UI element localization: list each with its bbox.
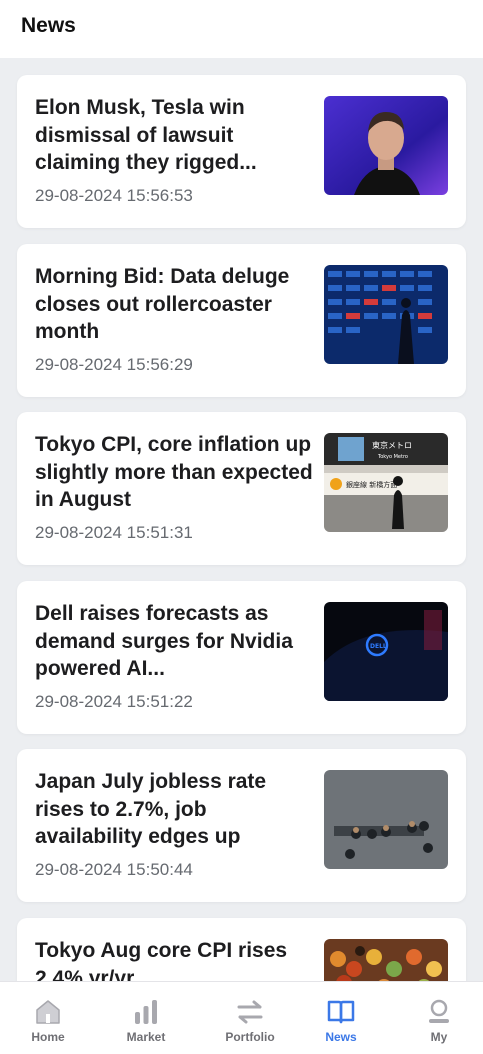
- news-timestamp: 29-08-2024 15:50:44: [35, 860, 193, 879]
- news-title: Morning Bid: Data deluge closes out roll…: [35, 265, 290, 343]
- news-thumbnail: [324, 265, 448, 364]
- page-title: News: [21, 14, 76, 37]
- news-thumbnail: [324, 770, 448, 869]
- tab-market[interactable]: Market: [98, 982, 194, 1054]
- news-card[interactable]: Dell raises forecasts as demand surges f…: [17, 581, 466, 734]
- tab-market-label: Market: [126, 1030, 166, 1044]
- home-icon: [36, 1000, 60, 1024]
- tab-home[interactable]: Home: [0, 982, 96, 1054]
- news-timestamp: 29-08-2024 15:51:31: [35, 523, 193, 542]
- news-timestamp: 29-08-2024 15:51:22: [35, 692, 193, 711]
- bar-chart-icon: [135, 1000, 157, 1024]
- news-title: Tokyo Aug core CPI rises 2.4% yr/yr: [35, 939, 288, 981]
- news-card[interactable]: Tokyo Aug core CPI rises 2.4% yr/yr: [17, 918, 466, 981]
- news-title: Elon Musk, Tesla win dismissal of lawsui…: [35, 96, 257, 174]
- station-sign-english-text: Tokyo Metro: [377, 454, 408, 460]
- news-thumbnail: 東京メトロ Tokyo Metro 銀座線 新橋方面: [324, 433, 448, 532]
- station-sign-text: 東京メトロ: [372, 440, 412, 450]
- swap-arrows-icon: [237, 1000, 263, 1024]
- news-card[interactable]: Morning Bid: Data deluge closes out roll…: [17, 244, 466, 397]
- tab-my[interactable]: My: [391, 982, 483, 1054]
- bottom-tab-bar: Home Market Portfolio News My: [0, 981, 483, 1054]
- tab-my-label: My: [430, 1030, 448, 1044]
- line-sign-text: 銀座線 新橋方面: [346, 480, 397, 489]
- dell-logo-text: DELL: [370, 643, 387, 650]
- news-thumbnail: [324, 96, 448, 195]
- news-card[interactable]: Japan July jobless rate rises to 2.7%, j…: [17, 749, 466, 902]
- news-title: Dell raises forecasts as demand surges f…: [35, 602, 293, 680]
- tab-portfolio[interactable]: Portfolio: [202, 982, 298, 1054]
- app-header: News: [0, 0, 483, 58]
- news-title: Tokyo CPI, core inflation up slightly mo…: [35, 433, 313, 511]
- news-timestamp: 29-08-2024 15:56:53: [35, 186, 193, 205]
- news-title: Japan July jobless rate rises to 2.7%, j…: [35, 770, 267, 848]
- news-feed[interactable]: Elon Musk, Tesla win dismissal of lawsui…: [0, 58, 483, 981]
- book-icon: [327, 1000, 355, 1024]
- user-icon: [429, 999, 449, 1023]
- tab-portfolio-label: Portfolio: [225, 1030, 275, 1044]
- news-timestamp: 29-08-2024 15:56:29: [35, 355, 193, 374]
- news-card[interactable]: Elon Musk, Tesla win dismissal of lawsui…: [17, 75, 466, 228]
- tab-news[interactable]: News: [293, 982, 389, 1054]
- news-thumbnail: [324, 939, 448, 981]
- tab-news-label: News: [325, 1030, 357, 1044]
- tab-home-label: Home: [31, 1030, 65, 1044]
- news-card[interactable]: Tokyo CPI, core inflation up slightly mo…: [17, 412, 466, 565]
- news-thumbnail: DELL: [324, 602, 448, 701]
